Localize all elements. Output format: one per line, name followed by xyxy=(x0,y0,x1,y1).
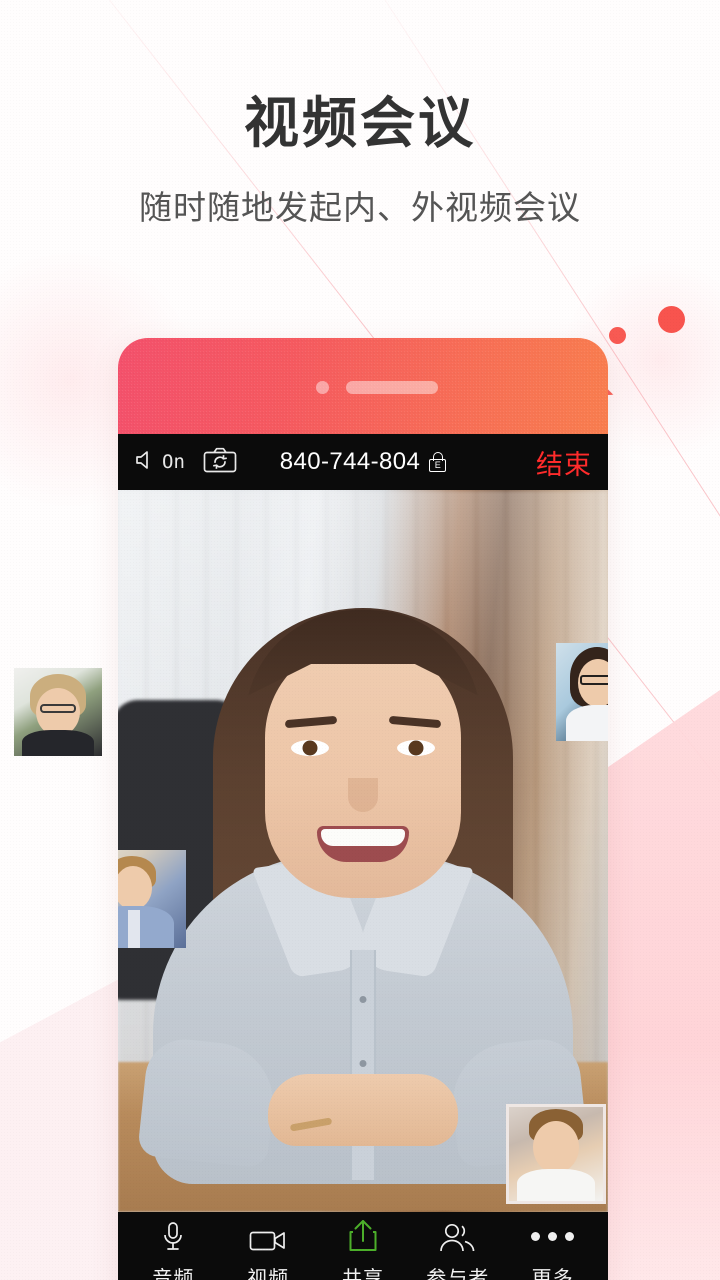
promo-screen: 视频会议 随时随地发起内、外视频会议 On 840-744-804 E 结束 音… xyxy=(0,0,720,1280)
toolbar-label: 视频 xyxy=(247,1268,290,1280)
meeting-bar-left-controls: On xyxy=(134,447,237,478)
lock-icon: E xyxy=(429,452,447,472)
speaker-toggle-button[interactable]: On xyxy=(134,449,185,476)
hands-shape xyxy=(268,1074,458,1146)
bracelet xyxy=(289,1117,333,1132)
eye-right xyxy=(397,740,435,756)
speaker-state-label: On xyxy=(162,451,185,473)
face-shape xyxy=(118,866,152,910)
meeting-bar-right: 结束 xyxy=(536,443,592,482)
video-camera-icon xyxy=(249,1219,287,1253)
speaker-icon xyxy=(134,449,158,476)
participant-thumbnail-man-tie[interactable] xyxy=(118,850,186,948)
participant-thumbnail-woman-glasses[interactable] xyxy=(556,643,608,741)
arm-left xyxy=(137,1035,279,1169)
toolbar-item-participants[interactable]: 参与者 xyxy=(412,1219,504,1280)
nose-shape xyxy=(348,778,378,812)
toolbar-label: 参与者 xyxy=(426,1268,490,1280)
lock-letter: E xyxy=(434,460,441,470)
thumbnail-image xyxy=(509,1107,603,1201)
accent-dot-small xyxy=(609,327,626,344)
flip-camera-button[interactable] xyxy=(203,447,237,478)
glasses-shape xyxy=(40,704,76,713)
toolbar-item-video[interactable]: 视频 xyxy=(222,1219,314,1280)
accent-dot-large xyxy=(658,306,685,333)
necktie-shape xyxy=(128,910,140,948)
toolbar-item-share[interactable]: 共享 xyxy=(317,1219,409,1280)
thumbnail-image xyxy=(118,850,186,948)
participant-thumbnail-blonde-woman[interactable] xyxy=(14,668,102,756)
page-subtitle: 随时随地发起内、外视频会议 xyxy=(139,189,581,227)
meeting-bottom-toolbar: 音频 视频 共享 参与者 更多 xyxy=(118,1212,608,1280)
toolbar-label: 更多 xyxy=(531,1268,574,1280)
phone-top-bezel xyxy=(118,338,608,434)
toolbar-item-audio[interactable]: 音频 xyxy=(127,1219,219,1280)
toolbar-item-more[interactable]: 更多 xyxy=(507,1219,599,1280)
meeting-top-bar: On 840-744-804 E 结束 xyxy=(118,434,608,490)
face-shape xyxy=(533,1121,579,1173)
participant-thumbnail-young-man[interactable] xyxy=(506,1104,606,1204)
more-dots-icon xyxy=(531,1219,575,1253)
eye-left xyxy=(291,740,329,756)
body-shape xyxy=(517,1169,595,1201)
page-title: 视频会议 xyxy=(243,92,476,154)
phone-mockup: On 840-744-804 E 结束 音频 视频 共享 参与者 更多 xyxy=(118,338,608,1280)
thumbnail-image xyxy=(14,668,102,756)
share-upload-icon xyxy=(347,1219,379,1253)
video-stage[interactable] xyxy=(118,490,608,1212)
microphone-icon xyxy=(160,1219,186,1253)
toolbar-label: 音频 xyxy=(152,1268,195,1280)
participants-icon xyxy=(438,1219,478,1253)
front-camera-dot xyxy=(316,381,329,394)
glasses-shape xyxy=(580,675,608,685)
body-shape xyxy=(118,906,174,948)
thumbnail-image xyxy=(556,643,608,741)
headings: 视频会议 随时随地发起内、外视频会议 xyxy=(0,92,720,229)
body-shape xyxy=(22,730,94,756)
earpiece-speaker xyxy=(346,381,438,394)
meeting-id-label: 840-744-804 xyxy=(279,448,421,475)
mouth-shape xyxy=(317,826,409,862)
flip-camera-icon xyxy=(203,447,237,477)
toolbar-label: 共享 xyxy=(341,1268,384,1280)
end-meeting-button[interactable]: 结束 xyxy=(536,443,592,482)
body-shape xyxy=(566,705,608,741)
